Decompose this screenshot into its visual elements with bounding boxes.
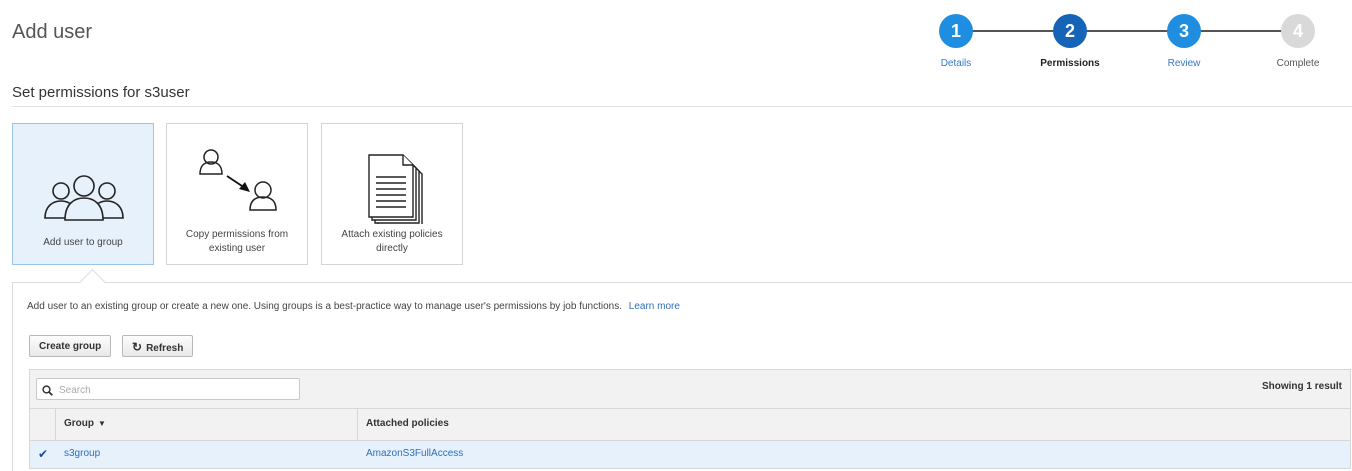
document-icon: [322, 144, 462, 227]
search-box[interactable]: [36, 378, 300, 400]
group-cell: s3group: [56, 441, 358, 468]
step-number: 1: [939, 14, 973, 48]
step-number: 4: [1281, 14, 1315, 48]
table-header: Group ▼ Attached policies: [30, 409, 1350, 441]
wizard-stepper: 1 Details 2 Permissions 3 Review 4 Compl…: [928, 14, 1328, 74]
section-title: Set permissions for s3user: [12, 84, 190, 101]
search-icon: [42, 383, 53, 401]
refresh-button[interactable]: ↻ Refresh: [122, 335, 194, 357]
tile-label: Attach existing policies directly: [341, 229, 443, 254]
sort-caret-icon: ▼: [98, 419, 106, 428]
refresh-label: Refresh: [146, 343, 184, 354]
step-complete: 4 Complete: [1258, 14, 1338, 69]
checkmark-icon: ✔: [37, 447, 49, 461]
column-header-attached-policies: Attached policies: [366, 418, 449, 429]
tile-label: Copy permissions from existing user: [185, 229, 289, 254]
header-select-cell: [30, 409, 56, 440]
create-group-button[interactable]: Create group: [29, 335, 112, 357]
step-permissions: 2 Permissions: [1030, 14, 1110, 69]
option-copy-permissions[interactable]: Copy permissions from existing user: [166, 123, 308, 265]
step-review[interactable]: 3 Review: [1144, 14, 1224, 69]
policy-cell: AmazonS3FullAccess: [358, 441, 1350, 468]
step-details[interactable]: 1 Details: [916, 14, 996, 69]
learn-more-link[interactable]: Learn more: [629, 301, 680, 312]
panel-description: Add user to an existing group or create …: [27, 301, 680, 312]
column-label: Group: [64, 418, 94, 429]
search-input[interactable]: [57, 381, 297, 399]
group-panel: Add user to an existing group or create …: [12, 269, 1352, 471]
users-group-icon: [13, 144, 153, 224]
option-attach-policies[interactable]: Attach existing policies directly: [321, 123, 463, 265]
option-add-user-to-group[interactable]: Add user to group: [12, 123, 154, 265]
table-row[interactable]: ✔ s3group AmazonS3FullAccess: [30, 441, 1350, 468]
step-number: 3: [1167, 14, 1201, 48]
result-count: Showing 1 result: [1261, 381, 1342, 392]
table-toolbar: Showing 1 result: [30, 370, 1350, 409]
step-label: Complete: [1276, 58, 1320, 69]
group-link[interactable]: s3group: [64, 448, 100, 459]
selection-pointer: [79, 269, 106, 296]
copy-user-icon: [167, 144, 307, 224]
step-label: Details: [940, 58, 972, 69]
row-checkbox[interactable]: ✔: [30, 441, 56, 468]
groups-table: Showing 1 result Group ▼ Attached policie…: [29, 369, 1351, 469]
step-number: 2: [1053, 14, 1087, 48]
description-text: Add user to an existing group or create …: [27, 301, 622, 312]
step-label: Review: [1167, 58, 1201, 69]
section-divider: [12, 106, 1352, 107]
policy-link[interactable]: AmazonS3FullAccess: [366, 448, 463, 459]
column-header-group[interactable]: Group ▼: [56, 409, 358, 440]
refresh-icon: ↻: [132, 340, 143, 354]
step-label: Permissions: [1040, 58, 1100, 69]
page-title: Add user: [12, 21, 93, 44]
tile-label: Add user to group: [43, 237, 123, 248]
